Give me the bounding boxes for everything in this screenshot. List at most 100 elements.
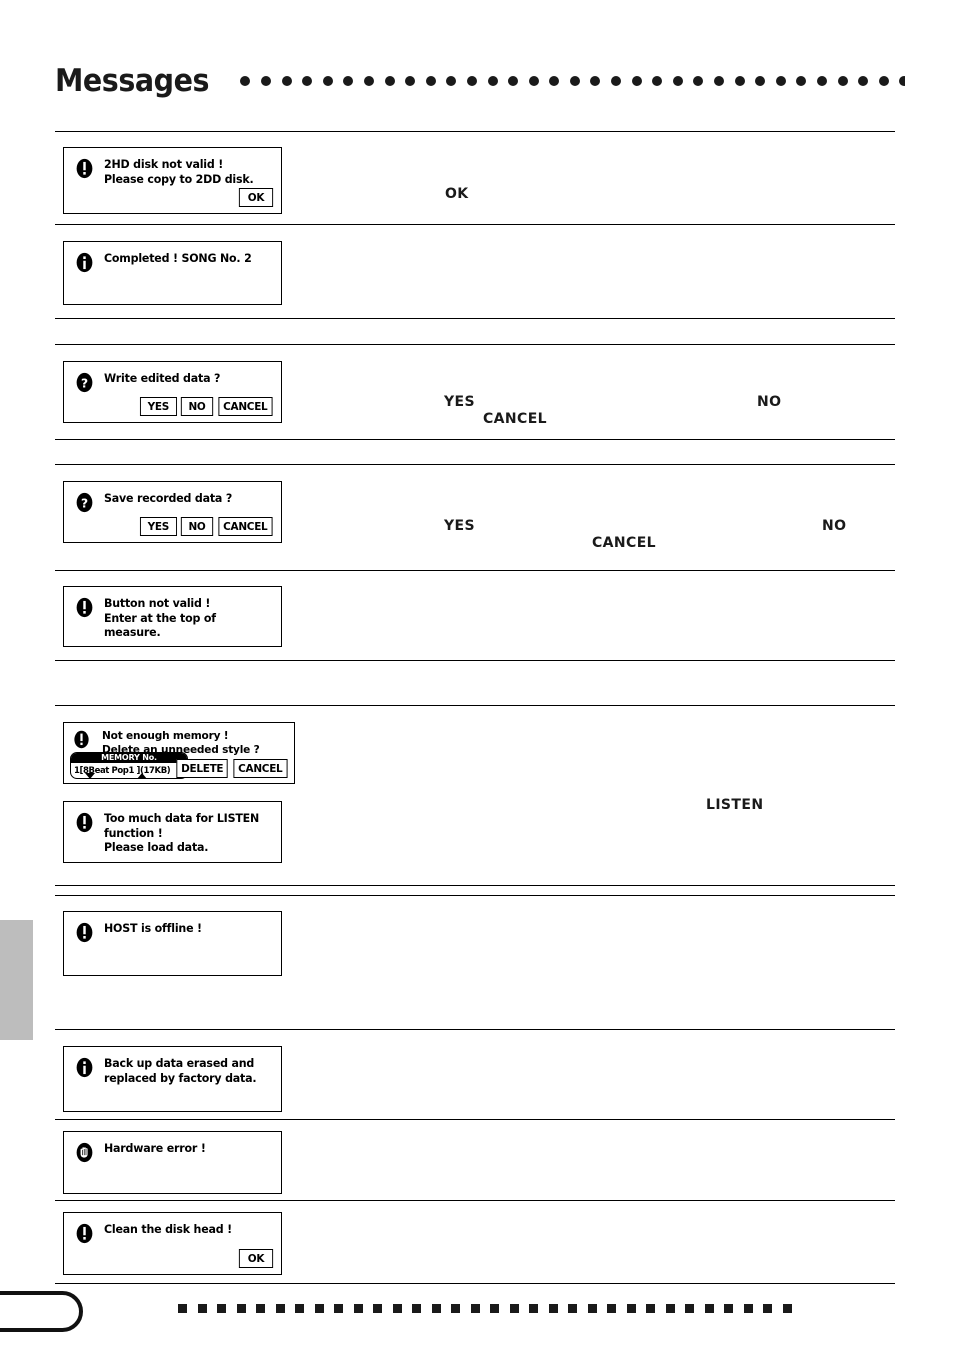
section-rule (55, 344, 895, 345)
question-icon: ? (74, 372, 95, 393)
section-rule (55, 464, 895, 465)
document-page: Messages 2HD disk not valid ! Please cop… (0, 0, 954, 1349)
down-arrow-icon[interactable] (85, 773, 95, 778)
header-dot (817, 76, 827, 86)
footer-dot (295, 1303, 304, 1313)
dialog-message: Clean the disk head ! (104, 1222, 232, 1236)
footer-rule (55, 1283, 895, 1285)
header-dot-rule (240, 75, 905, 87)
exclamation-icon (74, 597, 95, 618)
ref-yes-1: YES (444, 394, 475, 410)
ref-ok-1: OK (445, 186, 469, 202)
header-dot (343, 76, 354, 86)
header-dot (672, 76, 683, 86)
dialog-button-row: OK (238, 188, 274, 207)
dialog-completed-song: Completed ! SONG No. 2 (63, 241, 282, 305)
section-rule (55, 1029, 895, 1030)
footer-dot (275, 1303, 285, 1313)
ref-no-1: NO (757, 394, 782, 410)
header-dot (569, 76, 580, 86)
header-dot (384, 76, 395, 86)
header-dot (590, 76, 601, 86)
ok-button[interactable]: OK (238, 1249, 274, 1268)
svg-text:?: ? (81, 376, 88, 390)
information-icon (74, 1057, 95, 1078)
footer-dot-rule (178, 1303, 896, 1313)
memory-number-selector[interactable]: MEMORY No. 1[8Beat Pop1 ](17KB) (70, 752, 188, 779)
dialog-message: Button not valid ! Enter at the top of m… (104, 596, 216, 639)
dialog-2hd-disk-not-valid: 2HD disk not valid ! Please copy to 2DD … (63, 147, 282, 214)
section-rule (55, 439, 895, 440)
yes-button[interactable]: YES (139, 397, 177, 416)
side-index-tab (0, 920, 33, 1040)
footer-dot (412, 1303, 421, 1313)
footer-dot (763, 1303, 772, 1313)
section-rule (55, 318, 895, 319)
cancel-button[interactable]: CANCEL (233, 759, 288, 778)
cancel-button[interactable]: CANCEL (218, 397, 273, 416)
section-rule (55, 885, 895, 886)
ref-cancel-1: CANCEL (483, 411, 547, 427)
footer-dot (548, 1303, 558, 1313)
ok-button[interactable]: OK (238, 188, 274, 207)
header-dot (363, 76, 374, 86)
ref-yes-2: YES (444, 518, 475, 534)
header-dot (487, 76, 498, 86)
dialog-host-offline: HOST is offline ! (63, 911, 282, 976)
dialog-button-not-valid: Button not valid ! Enter at the top of m… (63, 586, 282, 647)
footer-dot (197, 1303, 207, 1313)
footer-dot (587, 1303, 597, 1313)
footer-dot (217, 1303, 226, 1313)
header-dot (466, 76, 477, 86)
dialog-hardware-error: Hardware error ! (63, 1131, 282, 1194)
exclamation-icon (74, 922, 95, 943)
dialog-message: Write edited data ? (104, 371, 221, 385)
footer-dot (353, 1303, 363, 1313)
dialog-not-enough-memory: Not enough memory ! Delete an unneeded s… (63, 722, 295, 784)
dialog-button-row: YES NO CANCEL (139, 517, 274, 536)
dialog-button-row: OK (238, 1249, 274, 1268)
page-header: Messages (55, 58, 905, 104)
dialog-backup-erased: Back up data erased and replaced by fact… (63, 1046, 282, 1112)
exclamation-icon (74, 812, 95, 833)
svg-text:?: ? (81, 496, 88, 510)
up-arrow-icon[interactable] (137, 773, 147, 778)
header-dot (508, 76, 519, 86)
dialog-too-much-data: Too much data for LISTEN function ! Plea… (63, 801, 282, 863)
header-dot (302, 76, 313, 86)
cancel-button[interactable]: CANCEL (218, 517, 273, 536)
hand-stop-icon (74, 1142, 95, 1163)
information-icon (74, 252, 95, 273)
header-dot (260, 76, 271, 86)
footer-dot (392, 1303, 402, 1313)
section-rule (55, 131, 895, 132)
header-dot (631, 76, 642, 86)
footer-dot (782, 1303, 792, 1313)
header-dot (611, 76, 622, 86)
section-rule (55, 660, 895, 661)
dialog-message: 2HD disk not valid ! Please copy to 2DD … (104, 157, 254, 186)
footer-dot (529, 1303, 538, 1313)
footer-dot (607, 1303, 616, 1313)
delete-button[interactable]: DELETE (176, 759, 229, 778)
header-dot (755, 76, 766, 86)
footer-dot (178, 1303, 187, 1313)
footer-dot (470, 1303, 480, 1313)
header-dot (878, 76, 889, 86)
footer-dot (373, 1303, 382, 1313)
section-rule (55, 224, 895, 225)
no-button[interactable]: NO (181, 517, 214, 536)
section-rule (55, 705, 895, 706)
section-rule (55, 570, 895, 571)
header-dot (899, 76, 905, 86)
header-dot (405, 76, 416, 86)
yes-button[interactable]: YES (139, 517, 177, 536)
dialog-button-row: YES NO CANCEL (139, 397, 274, 416)
section-rule (55, 1119, 895, 1120)
dialog-message: Too much data for LISTEN function ! Plea… (104, 811, 260, 854)
header-dot (281, 76, 292, 86)
exclamation-icon (72, 730, 93, 751)
section-rule (55, 895, 895, 896)
no-button[interactable]: NO (181, 397, 214, 416)
footer-dot (490, 1303, 499, 1313)
